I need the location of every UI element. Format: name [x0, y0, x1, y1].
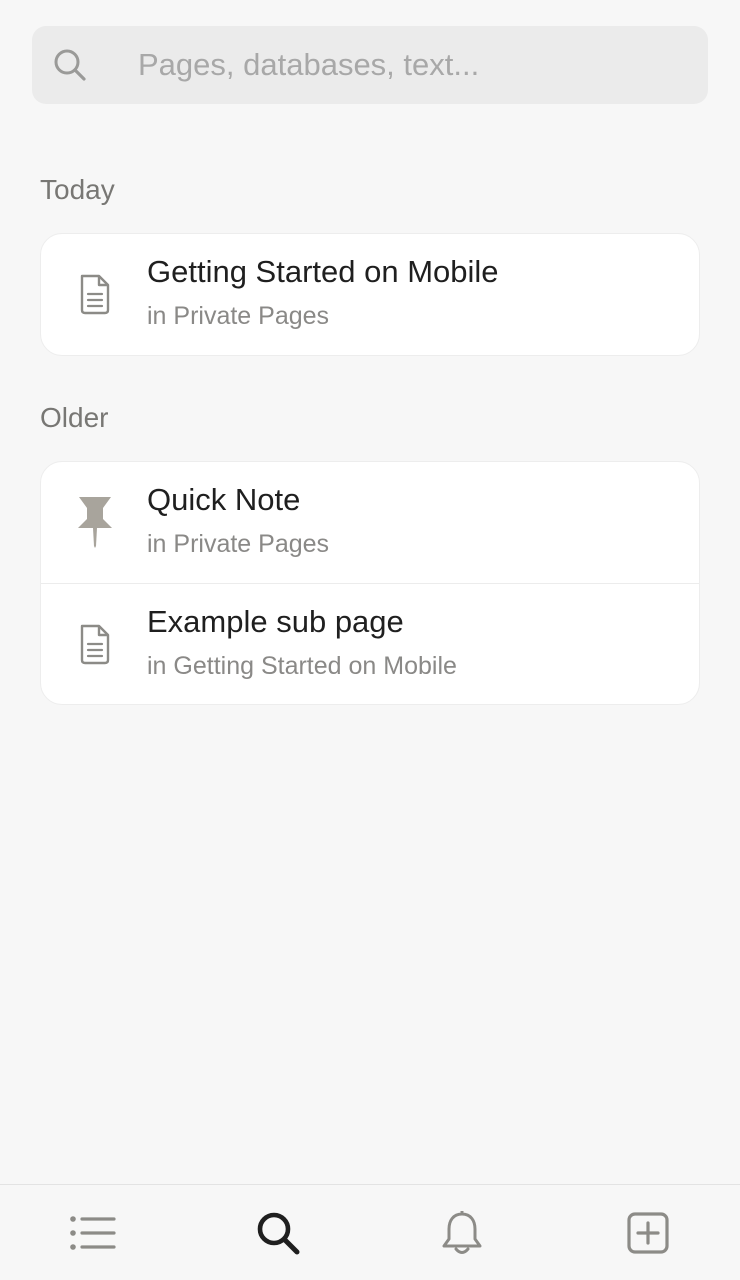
section-label-older: Older [40, 402, 109, 433]
pin-icon [78, 497, 112, 548]
search-bar[interactable] [32, 26, 708, 104]
list-item[interactable]: Getting Started on Mobile in Private Pag… [41, 234, 699, 355]
item-title: Quick Note [147, 482, 301, 517]
section-label-today: Today [40, 174, 115, 205]
tab-sidebar[interactable] [66, 1207, 118, 1259]
list-item[interactable]: Example sub page in Getting Started on M… [41, 583, 699, 704]
results-card-today: Getting Started on Mobile in Private Pag… [40, 233, 700, 356]
new-page-icon [627, 1212, 669, 1254]
tab-new-page[interactable] [622, 1207, 674, 1259]
list-icon [70, 1216, 116, 1250]
search-icon [54, 49, 86, 81]
page-icon [80, 274, 110, 315]
page-icon [80, 624, 110, 665]
list-item[interactable]: Quick Note in Private Pages [41, 462, 699, 583]
item-title: Example sub page [147, 604, 404, 639]
item-location: in Private Pages [147, 302, 330, 330]
search-icon [257, 1212, 300, 1255]
item-title: Getting Started on Mobile [147, 254, 499, 289]
search-input[interactable] [138, 40, 698, 90]
item-location: in Private Pages [147, 530, 330, 558]
bottom-tab-bar [0, 1184, 740, 1280]
tab-search[interactable] [252, 1207, 304, 1259]
bell-icon [442, 1211, 482, 1254]
results-card-older: Quick Note in Private Pages Example sub … [40, 461, 700, 705]
item-location: in Getting Started on Mobile [147, 652, 457, 680]
tab-notifications[interactable] [436, 1207, 488, 1259]
